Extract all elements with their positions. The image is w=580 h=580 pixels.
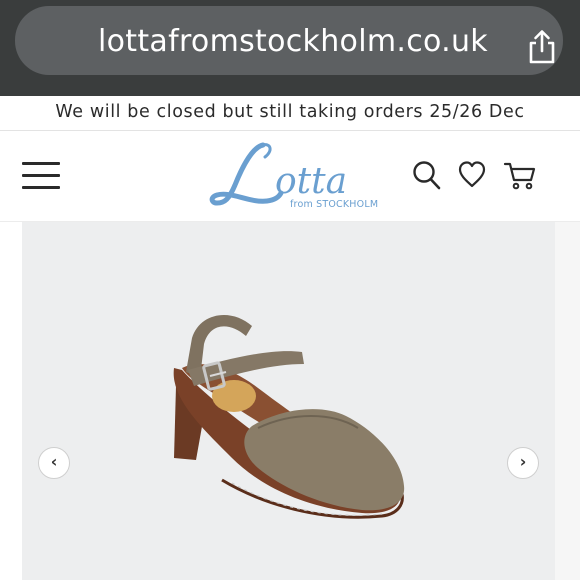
gallery-next-button[interactable]: › [507,447,539,479]
gallery-next-image-peek [555,222,580,580]
hamburger-menu-icon[interactable] [22,162,60,190]
gallery-prev-button[interactable]: ‹ [38,447,70,479]
logo-subtext: from STOCKHOLM [290,199,379,210]
browser-toolbar: lottafromstockholm.co.uk [0,0,580,96]
heart-icon[interactable] [457,159,487,191]
product-clog-sandal-image [173,314,405,519]
product-image-gallery[interactable]: ‹ › [22,222,555,580]
search-icon[interactable] [412,159,442,191]
cart-icon[interactable] [503,159,537,191]
site-header: otta from STOCKHOLM [0,131,580,222]
address-bar[interactable]: lottafromstockholm.co.uk [15,6,563,75]
announcement-bar: We will be closed but still taking order… [0,96,580,131]
url-text: lottafromstockholm.co.uk [98,24,488,59]
svg-text:otta: otta [275,161,347,202]
share-icon[interactable] [527,29,557,65]
